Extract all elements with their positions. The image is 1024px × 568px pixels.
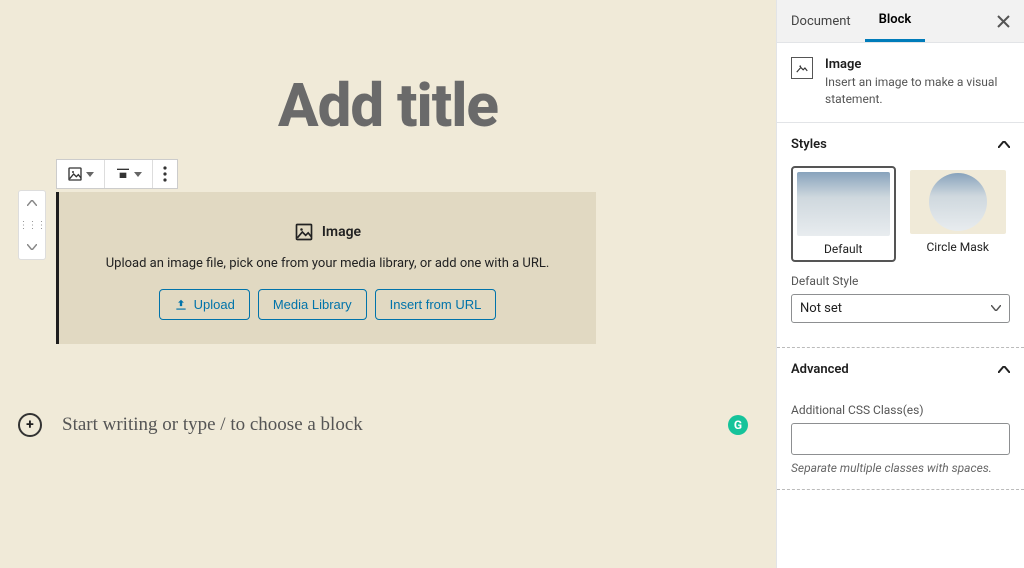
style-preview: [797, 172, 890, 236]
image-icon: [791, 57, 813, 79]
block-type-switcher[interactable]: [57, 160, 105, 188]
style-label: Default: [797, 236, 890, 256]
more-vertical-icon: [163, 166, 167, 182]
chevron-up-icon: [998, 366, 1010, 373]
image-icon: [294, 222, 314, 242]
drag-handle[interactable]: ⋮⋮⋮: [19, 217, 45, 233]
align-button[interactable]: [105, 160, 153, 188]
post-title-input[interactable]: Add title: [0, 70, 776, 141]
add-block-button[interactable]: +: [18, 413, 42, 437]
style-circle-mask[interactable]: Circle Mask: [906, 166, 1010, 262]
upload-icon: [174, 298, 188, 312]
insert-url-button[interactable]: Insert from URL: [375, 289, 497, 320]
style-preview: [910, 170, 1006, 234]
advanced-panel: Advanced Additional CSS Class(es) Separa…: [777, 347, 1024, 490]
close-sidebar-button[interactable]: [983, 15, 1024, 28]
image-block[interactable]: Image Upload an image file, pick one fro…: [56, 192, 596, 344]
block-card-description: Insert an image to make a visual stateme…: [825, 74, 1010, 108]
placeholder-description: Upload an image file, pick one from your…: [79, 256, 576, 271]
chevron-up-icon: [998, 141, 1010, 148]
move-down-button[interactable]: [19, 239, 45, 255]
default-block-appender[interactable]: Start writing or type / to choose a bloc…: [62, 414, 363, 436]
block-card-title: Image: [825, 57, 1010, 72]
settings-sidebar: Document Block Image Insert an image to …: [776, 0, 1024, 568]
block-appender-row: + Start writing or type / to choose a bl…: [18, 413, 738, 437]
styles-panel: Styles Default Circle Mask Default Style…: [777, 123, 1024, 337]
css-class-input[interactable]: [791, 423, 1010, 455]
tab-document[interactable]: Document: [777, 2, 865, 41]
style-default[interactable]: Default: [791, 166, 896, 262]
close-icon: [997, 15, 1010, 28]
style-label: Circle Mask: [910, 234, 1006, 254]
block-toolbar: [56, 159, 178, 189]
editor-canvas: Add title ⋮⋮⋮ Image Upload an imag: [0, 0, 776, 568]
advanced-heading: Advanced: [791, 362, 849, 377]
move-up-button[interactable]: [19, 195, 45, 211]
upload-button[interactable]: Upload: [159, 289, 250, 320]
default-style-label: Default Style: [791, 274, 1010, 288]
css-class-hint: Separate multiple classes with spaces.: [791, 461, 1010, 475]
css-class-label: Additional CSS Class(es): [791, 403, 1010, 417]
styles-options: Default Circle Mask: [791, 166, 1010, 262]
styles-panel-toggle[interactable]: Styles: [777, 123, 1024, 166]
placeholder-actions: Upload Media Library Insert from URL: [79, 289, 576, 320]
styles-heading: Styles: [791, 137, 827, 152]
media-library-button[interactable]: Media Library: [258, 289, 367, 320]
grammarly-icon[interactable]: G: [728, 415, 748, 435]
tab-block[interactable]: Block: [865, 0, 926, 42]
advanced-panel-toggle[interactable]: Advanced: [777, 348, 1024, 391]
align-center-icon: [115, 166, 131, 182]
chevron-down-icon: [86, 172, 94, 177]
block-card-text: Image Insert an image to make a visual s…: [825, 57, 1010, 108]
default-style-select[interactable]: Not set: [791, 294, 1010, 323]
post-title-wrapper: Add title: [0, 30, 776, 159]
select-value: Not set: [800, 301, 842, 316]
chevron-down-icon: [134, 172, 142, 177]
image-icon: [67, 166, 83, 182]
placeholder-title: Image: [322, 224, 361, 240]
upload-button-label: Upload: [194, 297, 235, 312]
block-mover: ⋮⋮⋮: [18, 190, 46, 260]
more-options-button[interactable]: [153, 160, 177, 188]
placeholder-header: Image: [79, 222, 576, 242]
sidebar-tabs: Document Block: [777, 0, 1024, 43]
image-placeholder: Image Upload an image file, pick one fro…: [59, 192, 596, 344]
block-card: Image Insert an image to make a visual s…: [777, 43, 1024, 123]
chevron-down-icon: [991, 305, 1001, 311]
